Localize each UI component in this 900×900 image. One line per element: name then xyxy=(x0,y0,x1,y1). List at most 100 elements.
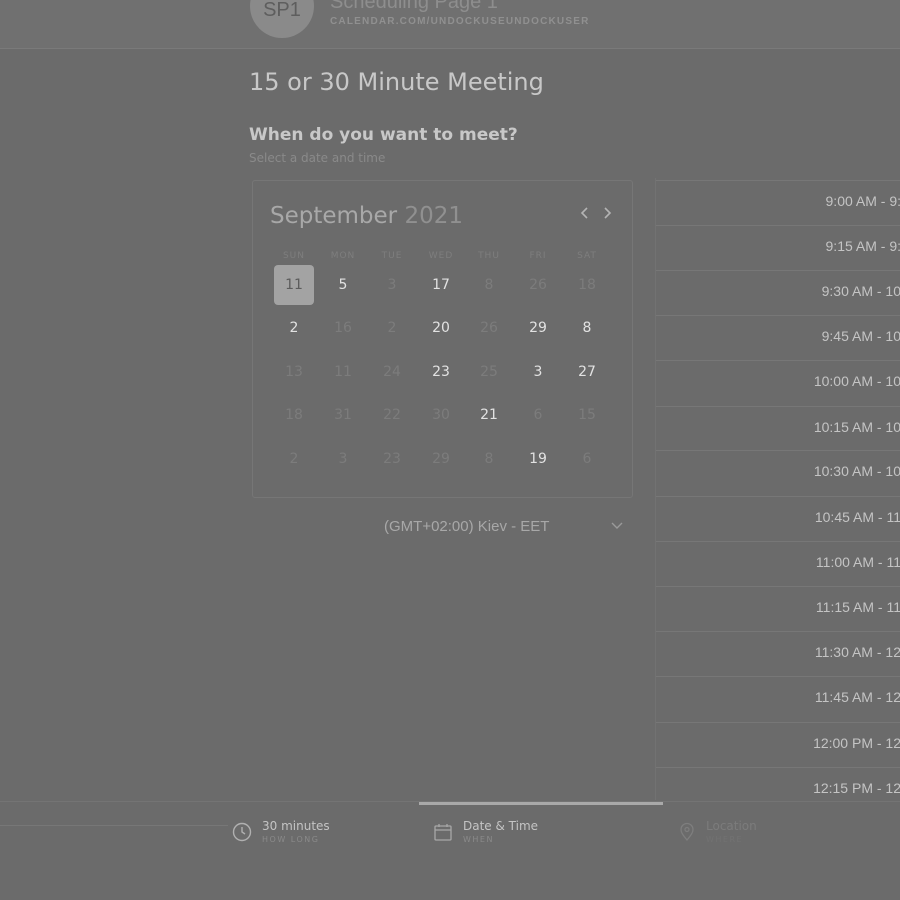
time-slot[interactable]: 11:45 AM - 12 xyxy=(656,676,900,720)
month-name: September xyxy=(270,203,398,229)
time-slot-label: 10:30 AM - 10 xyxy=(813,463,900,479)
avatar-initials: SP1 xyxy=(263,0,301,21)
time-slot-label: 9:15 AM - 9: xyxy=(825,238,900,254)
time-slot[interactable]: 11:15 AM - 11 xyxy=(656,586,900,630)
steps-left-divider xyxy=(0,825,228,826)
location-pin-icon xyxy=(680,822,694,842)
time-slot-label: 10:00 AM - 10 xyxy=(813,373,900,389)
calendar-day: 22 xyxy=(383,407,401,423)
time-slot-label: 11:15 AM - 11 xyxy=(815,599,900,615)
step-date-time-label: Date & Time xyxy=(463,819,539,833)
calendar-day: 26 xyxy=(529,277,547,293)
calendar-day: 2 xyxy=(289,451,299,467)
time-slot[interactable]: 9:00 AM - 9: xyxy=(656,180,900,224)
calendar-day: 29 xyxy=(432,451,450,467)
calendar-day: 26 xyxy=(480,320,498,336)
steps-footer xyxy=(0,800,900,900)
calendar-day[interactable]: 3 xyxy=(518,352,558,392)
year-name: 2021 xyxy=(404,203,463,229)
calendar-day[interactable]: 20 xyxy=(421,308,461,348)
calendar-day: 16 xyxy=(334,320,352,336)
meeting-title: 15 or 30 Minute Meeting xyxy=(249,68,544,96)
time-slot[interactable]: 11:30 AM - 12 xyxy=(656,631,900,675)
scheduling-page-url: CALENDAR.COM/UNDOCKUSEUNDOCKUSER xyxy=(330,16,590,27)
calendar-day: 8 xyxy=(484,277,494,293)
step-duration-sub: HOW LONG xyxy=(262,835,320,844)
time-slot[interactable]: 9:15 AM - 9: xyxy=(656,225,900,269)
calendar-day[interactable]: 27 xyxy=(567,352,607,392)
calendar-day: 3 xyxy=(338,451,348,467)
calendar-day: 3 xyxy=(387,277,397,293)
time-slot[interactable]: 10:45 AM - 11 xyxy=(656,496,900,540)
time-slot[interactable]: 12:00 PM - 12 xyxy=(656,722,900,766)
time-slot[interactable]: 10:30 AM - 10 xyxy=(656,450,900,494)
prev-month-button[interactable] xyxy=(577,205,593,225)
calendar-day[interactable]: 19 xyxy=(518,439,558,479)
weekday-label: TUE xyxy=(381,251,403,261)
time-slot[interactable]: 10:00 AM - 10 xyxy=(656,360,900,404)
time-slot-label: 11:00 AM - 11 xyxy=(815,554,900,570)
time-slot-label: 12:00 PM - 12 xyxy=(813,735,900,751)
calendar-day: 18 xyxy=(578,277,596,293)
month-label: September 2021 xyxy=(270,203,463,229)
step-duration[interactable]: 30 minutes HOW LONG xyxy=(232,818,330,846)
time-slot-label: 11:30 AM - 12 xyxy=(814,644,900,660)
calendar-day: 24 xyxy=(383,364,401,380)
time-slot[interactable]: 11:00 AM - 11 xyxy=(656,541,900,585)
header-bar: SP1 Scheduling Page 1 CALENDAR.COM/UNDOC… xyxy=(0,0,900,49)
time-slot-label: 9:45 AM - 10 xyxy=(821,328,900,344)
next-month-button[interactable] xyxy=(599,205,615,225)
calendar-day: 13 xyxy=(285,364,303,380)
calendar-day: 18 xyxy=(285,407,303,423)
step-duration-label: 30 minutes xyxy=(262,819,330,833)
calendar-day[interactable]: 29 xyxy=(518,308,558,348)
time-slot-label: 12:15 PM - 12 xyxy=(813,780,900,796)
time-slot[interactable]: 9:45 AM - 10 xyxy=(656,315,900,359)
calendar-day: 25 xyxy=(480,364,498,380)
chevron-left-icon xyxy=(580,207,588,219)
time-slot-label: 9:00 AM - 9: xyxy=(825,193,900,209)
calendar-icon xyxy=(434,824,452,841)
calendar-day[interactable]: 23 xyxy=(421,352,461,392)
time-slot-label: 10:15 AM - 10 xyxy=(813,419,900,435)
weekday-label: SAT xyxy=(577,251,597,261)
time-slot-label: 10:45 AM - 11 xyxy=(814,509,900,525)
step-date-time-sub: WHEN xyxy=(463,835,494,844)
calendar-day: 30 xyxy=(432,407,450,423)
avatar: SP1 xyxy=(250,0,314,38)
when-question: When do you want to meet? xyxy=(249,125,518,145)
time-slot[interactable]: 9:30 AM - 10 xyxy=(656,270,900,314)
calendar-day: 15 xyxy=(578,407,596,423)
calendar-day[interactable]: 21 xyxy=(469,395,509,435)
calendar-day: 8 xyxy=(484,451,494,467)
calendar-day: 23 xyxy=(383,451,401,467)
active-step-indicator xyxy=(419,802,663,805)
calendar-day: 2 xyxy=(387,320,397,336)
chevron-down-icon[interactable] xyxy=(610,518,624,532)
time-slot-list: 9:00 AM - 9: 9:15 AM - 9: 9:30 AM - 10 9:45… xyxy=(655,178,900,800)
calendar-day[interactable]: 2 xyxy=(274,308,314,348)
step-location-label: Location xyxy=(706,819,757,833)
weekday-label: WED xyxy=(428,251,454,261)
time-slot-label: 11:45 AM - 12 xyxy=(814,689,900,705)
calendar-day: 6 xyxy=(533,407,543,423)
calendar-day: 6 xyxy=(582,451,592,467)
calendar-day[interactable]: 5 xyxy=(323,265,363,305)
step-date-time[interactable]: Date & Time WHEN xyxy=(433,818,538,846)
weekday-label: SUN xyxy=(282,251,306,261)
calendar-day[interactable]: 8 xyxy=(567,308,607,348)
clock-icon xyxy=(232,822,252,842)
calendar-day-selected[interactable]: 11 xyxy=(274,265,314,305)
weekday-label: THU xyxy=(478,251,500,261)
time-slot-label: 9:30 AM - 10 xyxy=(821,283,900,299)
step-location[interactable]: Location WHERE xyxy=(678,818,757,846)
chevron-right-icon xyxy=(604,207,612,219)
calendar-day: 11 xyxy=(334,364,352,380)
calendar-day: 31 xyxy=(334,407,352,423)
select-hint: Select a date and time xyxy=(249,151,386,165)
step-location-sub: WHERE xyxy=(706,835,744,844)
timezone-select[interactable]: (GMT+02:00) Kiev - EET xyxy=(384,518,549,535)
calendar-day[interactable]: 17 xyxy=(421,265,461,305)
scheduling-page-title: Scheduling Page 1 xyxy=(330,0,498,13)
time-slot[interactable]: 10:15 AM - 10 xyxy=(656,406,900,450)
